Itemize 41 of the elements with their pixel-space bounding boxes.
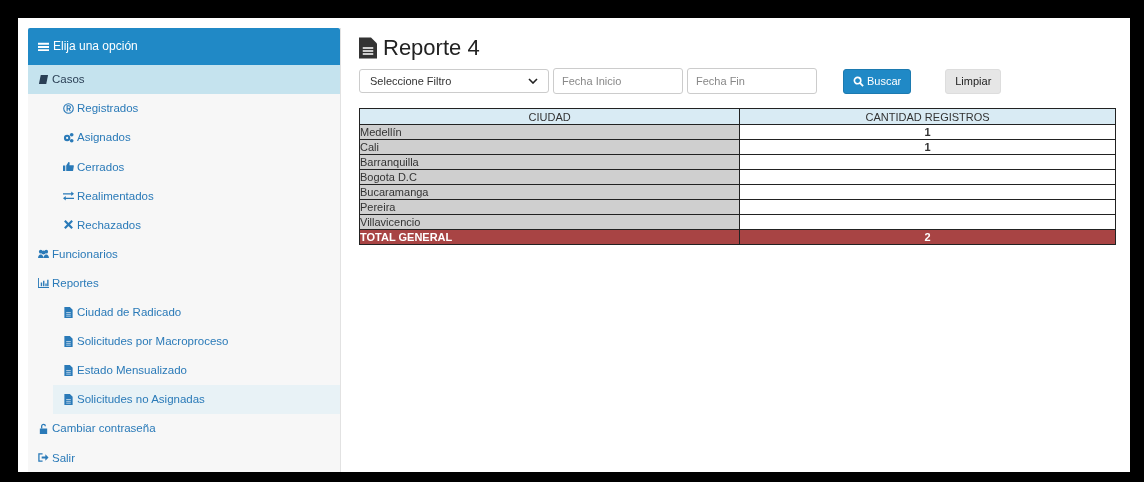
document-icon xyxy=(63,364,74,376)
exit-icon xyxy=(38,452,49,463)
menu-item[interactable]: Reportes xyxy=(28,268,340,298)
submenu-item[interactable]: Registrados xyxy=(53,93,340,123)
menu-header[interactable]: Elija una opción xyxy=(28,28,340,65)
document-icon xyxy=(359,37,377,59)
start-date-field[interactable]: Fecha Inicio xyxy=(553,68,683,94)
users-icon xyxy=(38,248,49,260)
search-button[interactable]: Buscar xyxy=(843,68,912,94)
page-title: Reporte 4 xyxy=(359,34,1120,62)
gears-icon xyxy=(63,131,74,143)
search-icon xyxy=(853,75,864,87)
submenu-item[interactable]: Rechazados xyxy=(53,210,340,240)
document-icon xyxy=(63,393,74,405)
menu-item[interactable]: Cambiar contraseña xyxy=(28,413,340,443)
swap-arrows-icon xyxy=(63,190,74,202)
bar-chart-icon xyxy=(38,277,49,289)
document-icon xyxy=(63,335,74,347)
menu-item[interactable]: Funcionarios xyxy=(28,239,340,269)
clear-button[interactable]: Limpiar xyxy=(945,68,1002,94)
chevron-down-icon xyxy=(528,78,538,84)
submenu-item[interactable]: Solicitudes no Asignadas xyxy=(53,384,340,414)
registered-icon xyxy=(63,102,74,114)
submenu-item[interactable]: Estado Mensualizado xyxy=(53,355,340,385)
submenu-item[interactable]: Asignados xyxy=(53,122,340,152)
submenu-item[interactable]: Solicitudes por Macroproceso xyxy=(53,326,340,356)
close-icon xyxy=(63,219,74,231)
lock-icon xyxy=(38,422,49,434)
filter-select[interactable]: Seleccione Filtro xyxy=(359,69,549,93)
end-date-field[interactable]: Fecha Fin xyxy=(687,68,817,94)
submenu-item[interactable]: Cerrados xyxy=(53,152,340,182)
document-icon xyxy=(63,306,74,318)
menu-item[interactable]: Salir xyxy=(28,442,340,472)
submenu-item[interactable]: Realimentados xyxy=(53,181,340,211)
column-header: CIUDAD xyxy=(359,108,740,125)
menu-icon xyxy=(38,40,49,52)
submenu-item[interactable]: Ciudad de Radicado xyxy=(53,297,340,327)
menu-item[interactable]: Casos xyxy=(28,64,340,94)
thumbs-up-icon xyxy=(63,161,74,173)
book-icon xyxy=(38,73,49,85)
column-header: CANTIDAD REGISTROS xyxy=(739,108,1116,125)
